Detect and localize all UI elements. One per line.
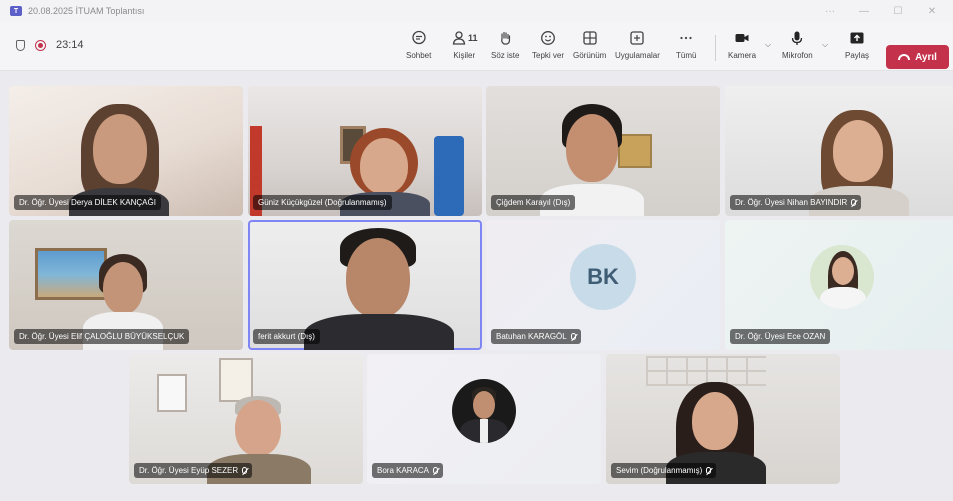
participant-tile-active-speaker[interactable]: ferit akkurt (Dış): [248, 220, 482, 350]
react-button[interactable]: Tepki ver: [532, 28, 564, 60]
wall-painting: [618, 134, 652, 168]
people-count: 11: [468, 33, 478, 43]
flag-decor: [434, 136, 464, 216]
participant-name-tag: Dr. Öğr. Üyesi Elif ÇALOĞLU BÜYÜKSELÇUK: [14, 329, 190, 344]
minimize-icon[interactable]: —: [847, 0, 881, 22]
hang-up-icon: [898, 54, 911, 60]
mic-off-icon: [706, 467, 712, 474]
more-dots-icon: [678, 28, 694, 48]
participant-tile[interactable]: Dr. Öğr. Üyesi Elif ÇALOĞLU BÜYÜKSELÇUK: [9, 220, 243, 350]
close-icon[interactable]: ✕: [915, 0, 949, 22]
participant-name-tag: Batuhan KARAGÖL: [491, 329, 581, 344]
more-button[interactable]: Tümü: [676, 28, 696, 60]
participant-name-tag: Dr. Öğr. Üyesi Eyüp SEZER: [134, 463, 253, 478]
smiley-icon: [540, 28, 556, 48]
mic-off-icon: [433, 467, 439, 474]
camera-icon: [734, 28, 750, 48]
participant-name-tag: Sevim (Doğrulanmamış): [611, 463, 717, 478]
grid-icon: [582, 28, 598, 48]
leave-button[interactable]: Ayrıl: [886, 45, 949, 69]
participant-tile[interactable]: Çiğdem Karayıl (Dış): [486, 86, 720, 216]
participant-name-tag: Dr. Öğr. Üyesi Nihan BAYINDIR: [730, 195, 862, 210]
apps-button[interactable]: Uygulamalar: [615, 28, 660, 60]
participant-name-tag: Çiğdem Karayıl (Dış): [491, 195, 576, 210]
maximize-icon[interactable]: ☐: [881, 0, 915, 22]
toolbar-divider: [715, 35, 716, 61]
chat-button[interactable]: Sohbet: [406, 28, 431, 60]
camera-button[interactable]: Kamera: [728, 28, 756, 60]
participant-initials-avatar: BK: [570, 244, 636, 311]
participant-name-tag: Güniz Küçükgüzel (Doğrulanmamış): [253, 195, 392, 210]
camera-options-chevron-icon[interactable]: ⌵: [765, 40, 771, 50]
recording-icon: [35, 39, 46, 51]
mic-off-icon: [851, 199, 857, 206]
meeting-toolbar: 23:14 Sohbet 11 Kişiler Söz iste Tepki v…: [0, 22, 953, 71]
people-icon: 11: [451, 28, 478, 48]
participant-avatar-photo: [810, 245, 874, 310]
participant-name-tag: ferit akkurt (Dış): [253, 329, 320, 344]
hand-icon: [497, 28, 513, 48]
window-title: 20.08.2025 İTUAM Toplantısı: [28, 6, 145, 16]
title-bar: T 20.08.2025 İTUAM Toplantısı ··· — ☐ ✕: [0, 0, 953, 22]
participant-name-tag: Bora KARACA: [372, 463, 444, 478]
participant-name-tag: Dr. Öğr. Üyesi Derya DİLEK KANÇAĞI: [14, 195, 161, 210]
participant-tile[interactable]: Dr. Öğr. Üyesi Ece OZAN: [725, 220, 953, 350]
microphone-icon: [789, 28, 805, 48]
participant-tile[interactable]: Dr. Öğr. Üyesi Nihan BAYINDIR: [725, 86, 953, 216]
participant-tile[interactable]: BK Batuhan KARAGÖL: [486, 220, 720, 350]
meeting-timer: 23:14: [56, 39, 84, 51]
people-button[interactable]: 11 Kişiler: [451, 28, 478, 60]
chat-icon: [411, 28, 427, 48]
view-button[interactable]: Görünüm: [573, 28, 606, 60]
shield-icon[interactable]: [16, 39, 25, 51]
wall-frame: [219, 358, 253, 402]
add-app-icon: [629, 28, 645, 48]
mic-off-icon: [242, 467, 248, 474]
wall-frame: [157, 374, 187, 412]
raise-hand-button[interactable]: Söz iste: [491, 28, 519, 60]
share-icon: [849, 28, 865, 48]
mic-off-icon: [570, 333, 576, 340]
wall-painting: [35, 248, 107, 300]
participant-tile[interactable]: Bora KARACA: [367, 354, 601, 484]
window-controls: ··· — ☐ ✕: [813, 0, 949, 22]
share-button[interactable]: Paylaş: [845, 28, 869, 60]
participant-tile[interactable]: Sevim (Doğrulanmamış): [606, 354, 840, 484]
mic-options-chevron-icon[interactable]: ⌵: [822, 40, 828, 50]
participant-tile[interactable]: Dr. Öğr. Üyesi Derya DİLEK KANÇAĞI: [9, 86, 243, 216]
more-options-icon[interactable]: ···: [813, 0, 847, 22]
teams-logo-icon: T: [10, 6, 22, 16]
participant-tile[interactable]: Güniz Küçükgüzel (Doğrulanmamış): [248, 86, 482, 216]
meeting-status: 23:14: [16, 39, 84, 51]
participant-avatar-photo: [452, 379, 516, 444]
participant-name-tag: Dr. Öğr. Üyesi Ece OZAN: [730, 329, 831, 344]
mic-button[interactable]: Mikrofon: [782, 28, 813, 60]
participant-tile[interactable]: Dr. Öğr. Üyesi Eyüp SEZER: [129, 354, 363, 484]
